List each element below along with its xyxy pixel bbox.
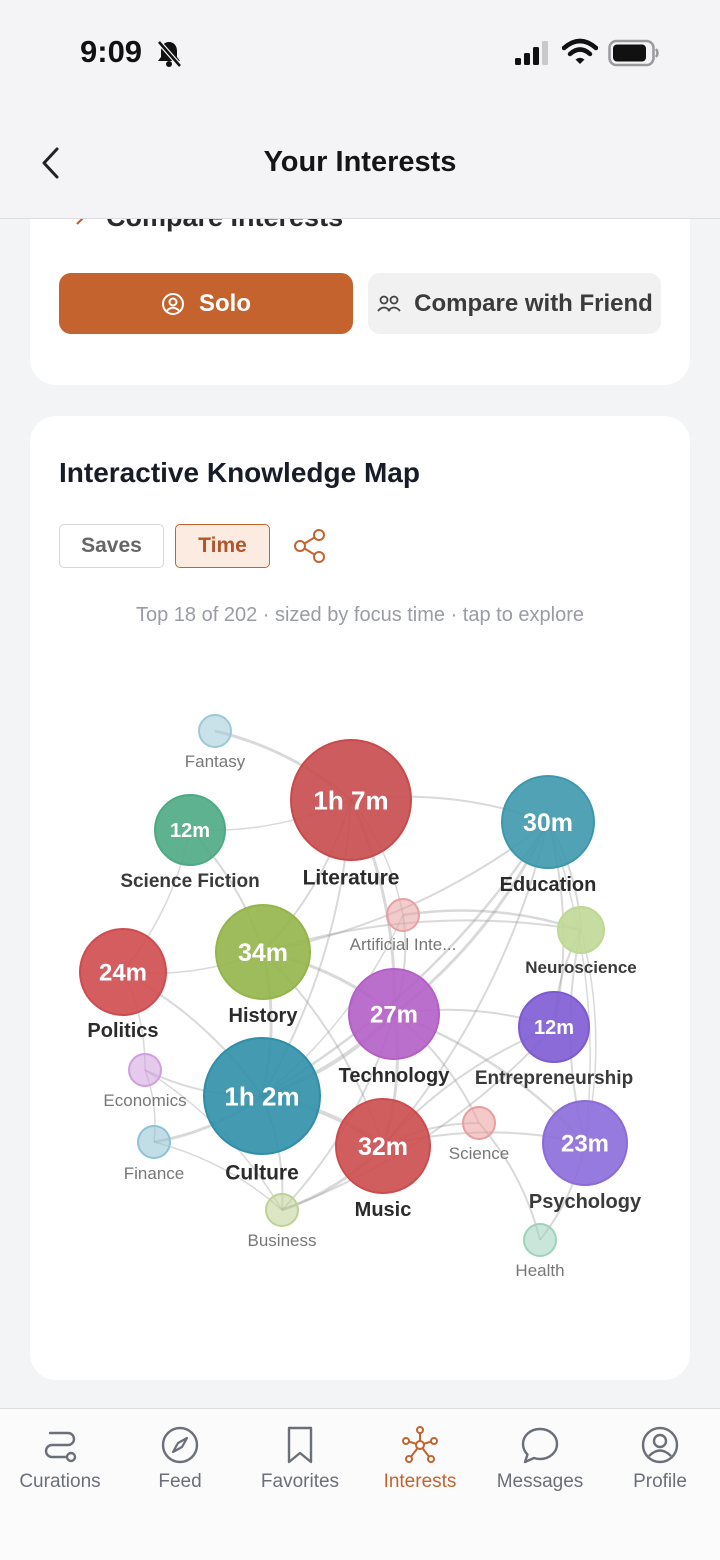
tab-label-profile: Profile: [633, 1471, 687, 1492]
user-circle-icon: [162, 292, 184, 315]
tab-bar: Curations Feed Favorites Interests Messa…: [0, 1408, 720, 1560]
node-label: Business: [248, 1231, 317, 1250]
node-value: 24m: [99, 960, 147, 987]
node-label: Education: [500, 874, 597, 896]
compare-section-header: Compare Interests: [60, 219, 343, 237]
graph-node-finance[interactable]: Finance: [124, 1125, 184, 1183]
graph-node-politics[interactable]: 24m Politics: [79, 928, 167, 1042]
node-circle[interactable]: [198, 714, 232, 748]
tab-messages[interactable]: Messages: [480, 1409, 600, 1509]
node-label: Politics: [87, 1020, 158, 1042]
graph-node-literature[interactable]: 1h 7m Literature: [290, 739, 412, 890]
node-label: Finance: [124, 1164, 184, 1183]
node-circle[interactable]: [265, 1193, 299, 1227]
node-label: Technology: [339, 1065, 451, 1087]
solo-button[interactable]: Solo: [59, 273, 353, 334]
node-value: 12m: [534, 1017, 574, 1039]
knowledge-map-card: Interactive Knowledge Map Saves Time Top…: [30, 416, 690, 1380]
tab-label-feed: Feed: [158, 1471, 202, 1492]
node-circle[interactable]: [128, 1053, 162, 1087]
users-icon: [377, 295, 401, 312]
route-icon: [44, 1431, 77, 1463]
compare-section-title: Compare Interests: [106, 219, 343, 233]
bookmark-icon: [287, 1426, 313, 1464]
graph-node-business[interactable]: Business: [248, 1193, 317, 1250]
arrow-right-icon: [76, 219, 84, 225]
graph-node-education[interactable]: 30m Education: [500, 775, 597, 896]
network-icon: [402, 1426, 438, 1463]
node-label: Entrepreneurship: [475, 1068, 633, 1089]
toggle-time[interactable]: Time: [175, 524, 270, 568]
node-label: Health: [515, 1261, 564, 1280]
node-circle[interactable]: [137, 1125, 171, 1159]
node-value: 12m: [170, 820, 210, 842]
status-time: 9:09: [80, 34, 143, 69]
knowledge-graph[interactable]: 1h 7m Literature 30m Education 12m Science Fi…: [0, 656, 720, 1376]
node-value: 32m: [358, 1133, 408, 1161]
nav-header: Your Interests: [0, 108, 720, 219]
toggle-saves[interactable]: Saves: [59, 524, 164, 568]
compare-interests-card: Compare Interests Solo Compare with Frie…: [30, 219, 690, 385]
graph-node-psychology[interactable]: 23m Psychology: [529, 1100, 642, 1213]
status-bar: 9:09: [0, 0, 720, 108]
tab-label-interests: Interests: [383, 1471, 457, 1492]
node-value: 27m: [370, 1002, 418, 1029]
solo-label: Solo: [199, 289, 251, 317]
map-title: Interactive Knowledge Map: [59, 457, 420, 488]
node-circle[interactable]: [386, 898, 420, 932]
graph-node-culture[interactable]: 1h 2m Culture: [203, 1037, 321, 1185]
node-label: Economics: [103, 1091, 186, 1110]
node-value: 34m: [238, 939, 288, 967]
node-label: Fantasy: [185, 752, 246, 771]
node-label: Music: [355, 1199, 412, 1221]
node-label: Artificial Inte...: [350, 935, 457, 954]
node-label: Literature: [303, 867, 400, 890]
tab-profile[interactable]: Profile: [600, 1409, 720, 1509]
node-label: Psychology: [529, 1191, 642, 1213]
node-circle[interactable]: [462, 1106, 496, 1140]
tab-label-messages: Messages: [496, 1471, 584, 1492]
node-label: Science: [449, 1144, 509, 1163]
graph-node-entrepreneurship[interactable]: 12m Entrepreneurship: [475, 991, 633, 1089]
tab-label-curations: Curations: [19, 1471, 101, 1492]
compass-icon: [161, 1426, 199, 1464]
node-value: 30m: [523, 809, 573, 837]
node-label: History: [229, 1005, 299, 1027]
page-title: Your Interests: [263, 146, 457, 178]
graph-node-neuroscience[interactable]: Neuroscience: [525, 906, 637, 977]
cellular-signal-icon: [515, 41, 548, 65]
wifi-icon: [562, 38, 598, 64]
battery-icon: [608, 39, 659, 67]
tab-feed[interactable]: Feed: [120, 1409, 240, 1509]
node-label: Science Fiction: [120, 871, 259, 892]
graph-node-health[interactable]: Health: [515, 1223, 565, 1280]
graph-node-fantasy[interactable]: Fantasy: [185, 714, 246, 771]
node-value: 23m: [561, 1131, 609, 1158]
graph-node-music[interactable]: 32m Music: [335, 1098, 431, 1221]
tab-interests[interactable]: Interests: [360, 1409, 480, 1509]
compare-label: Compare with Friend: [414, 289, 653, 317]
node-value: 1h 2m: [224, 1081, 299, 1111]
graph-node-history[interactable]: 34m History: [215, 904, 311, 1027]
node-value: 1h 7m: [313, 785, 388, 815]
tab-label-favorites: Favorites: [260, 1471, 340, 1492]
share-icon[interactable]: [290, 526, 330, 566]
node-circle[interactable]: [557, 906, 605, 954]
bell-muted-icon: [157, 40, 182, 68]
tab-favorites[interactable]: Favorites: [240, 1409, 360, 1509]
graph-node-artificial-intelligence[interactable]: Artificial Inte...: [350, 898, 457, 954]
chat-bubble-icon: [521, 1427, 559, 1464]
node-label: Culture: [225, 1162, 299, 1185]
tab-curations[interactable]: Curations: [0, 1409, 120, 1509]
compare-with-friend-button[interactable]: Compare with Friend: [368, 273, 661, 334]
node-label: Neuroscience: [525, 958, 637, 977]
map-caption: Top 18 of 202 · sized by focus time · ta…: [135, 604, 585, 626]
graph-edge: [478, 1122, 541, 1241]
node-circle[interactable]: [523, 1223, 557, 1257]
graph-node-science-fiction[interactable]: 12m Science Fiction: [120, 794, 260, 892]
user-circle-icon: [641, 1426, 679, 1464]
